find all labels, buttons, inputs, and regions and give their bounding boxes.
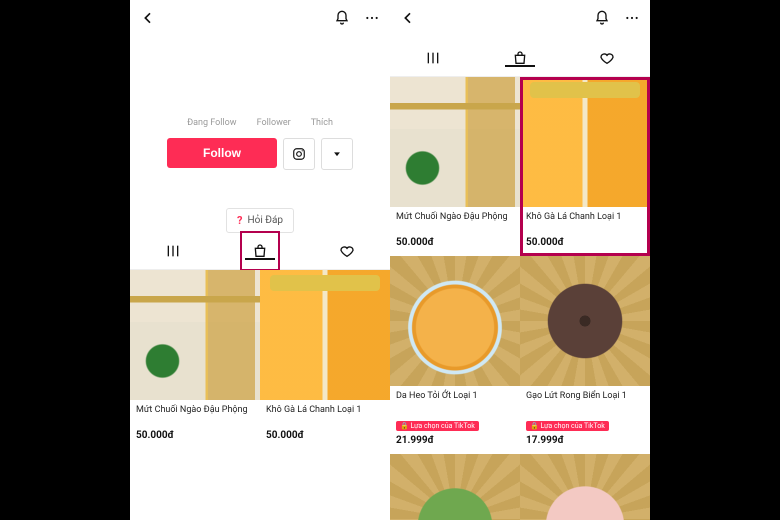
stat-followers[interactable]: Follower [257,118,291,128]
more-actions-button[interactable] [321,138,353,170]
product-title: Khô Gà Lá Chanh Loại 1 [520,207,650,234]
qa-icon: ? [237,214,242,227]
follow-button[interactable]: Follow [167,138,277,168]
product-grid-right: Mứt Chuối Ngào Đậu Phộng50.000đKhô Gà Lá… [390,77,650,520]
tab-feed[interactable] [390,50,477,66]
product-price: 50.000đ [130,427,260,441]
qa-chip[interactable]: ? Hỏi Đáp [226,208,294,233]
product-thumb [520,454,650,520]
product-title: Khô Gà Lá Chanh Loại 1 [260,400,390,427]
phone-left: Đang Follow Follower Thích Follow [130,0,390,520]
product-thumb [390,454,520,520]
instagram-button[interactable] [283,138,315,170]
instagram-icon [292,147,306,161]
product-badge: 🔒 Lựa chọn của TikTok [396,421,479,431]
product-card[interactable]: Khô Gà Lá Chanh Loại 150.000đ [520,77,650,256]
product-grid-left: Mứt Chuối Ngào Đậu Phộng50.000đKhô Gà Lá… [130,270,390,449]
heart-icon [339,243,355,259]
product-card[interactable]: Khô Gà Lá Chanh Loại 150.000đ [260,270,390,449]
phone-right: Mứt Chuối Ngào Đậu Phộng50.000đKhô Gà Lá… [390,0,650,520]
back-icon[interactable] [140,10,156,26]
product-title: Gạo Lứt Rong Biển Loại 1 [520,386,650,413]
product-card[interactable] [390,454,520,520]
heart-icon [599,50,615,66]
header [130,0,390,36]
product-card[interactable]: Da Heo Tỏi Ớt Loại 1 🔒 Lựa chọn của TikTo… [390,256,520,454]
stat-following[interactable]: Đang Follow [187,118,236,128]
tab-liked[interactable] [563,50,650,66]
product-thumb [390,256,520,386]
product-price: 50.000đ [390,234,520,248]
product-thumb [520,77,650,207]
stat-likes[interactable]: Thích [311,118,333,128]
profile-actions: Follow [130,138,390,170]
tab-feed[interactable] [130,243,217,259]
product-thumb [520,256,650,386]
more-icon[interactable] [364,10,380,26]
product-badge: 🔒 Lựa chọn của TikTok [526,421,609,431]
caret-down-icon [332,149,342,159]
product-thumb [130,270,260,400]
product-title: Mứt Chuối Ngào Đậu Phộng [390,207,520,234]
profile-tabs [130,233,390,270]
product-thumb [390,77,520,207]
bag-icon [252,243,268,259]
product-price: 21.999đ [390,432,520,446]
feed-icon [165,243,181,259]
product-card[interactable]: Gạo Lứt Rong Biển Loại 1 🔒 Lựa chọn của T… [520,256,650,454]
product-title: Mứt Chuối Ngào Đậu Phộng [130,400,260,427]
product-title: Da Heo Tỏi Ớt Loại 1 [390,386,520,413]
qa-label: Hỏi Đáp [247,215,283,226]
product-price: 50.000đ [520,234,650,248]
back-icon[interactable] [400,10,416,26]
bag-icon [512,50,528,66]
bell-icon[interactable] [594,10,610,26]
product-price: 50.000đ [260,427,390,441]
product-thumb [260,270,390,400]
product-card[interactable] [520,454,650,520]
header [390,0,650,36]
tab-shop[interactable] [477,50,564,66]
tab-liked[interactable] [303,243,390,259]
feed-icon [425,50,441,66]
more-icon[interactable] [624,10,640,26]
profile-stats: Đang Follow Follower Thích [130,118,390,128]
tab-shop[interactable] [217,243,304,259]
product-card[interactable]: Mứt Chuối Ngào Đậu Phộng50.000đ [130,270,260,449]
product-card[interactable]: Mứt Chuối Ngào Đậu Phộng50.000đ [390,77,520,256]
profile-tabs [390,40,650,77]
product-price: 17.999đ [520,432,650,446]
bell-icon[interactable] [334,10,350,26]
